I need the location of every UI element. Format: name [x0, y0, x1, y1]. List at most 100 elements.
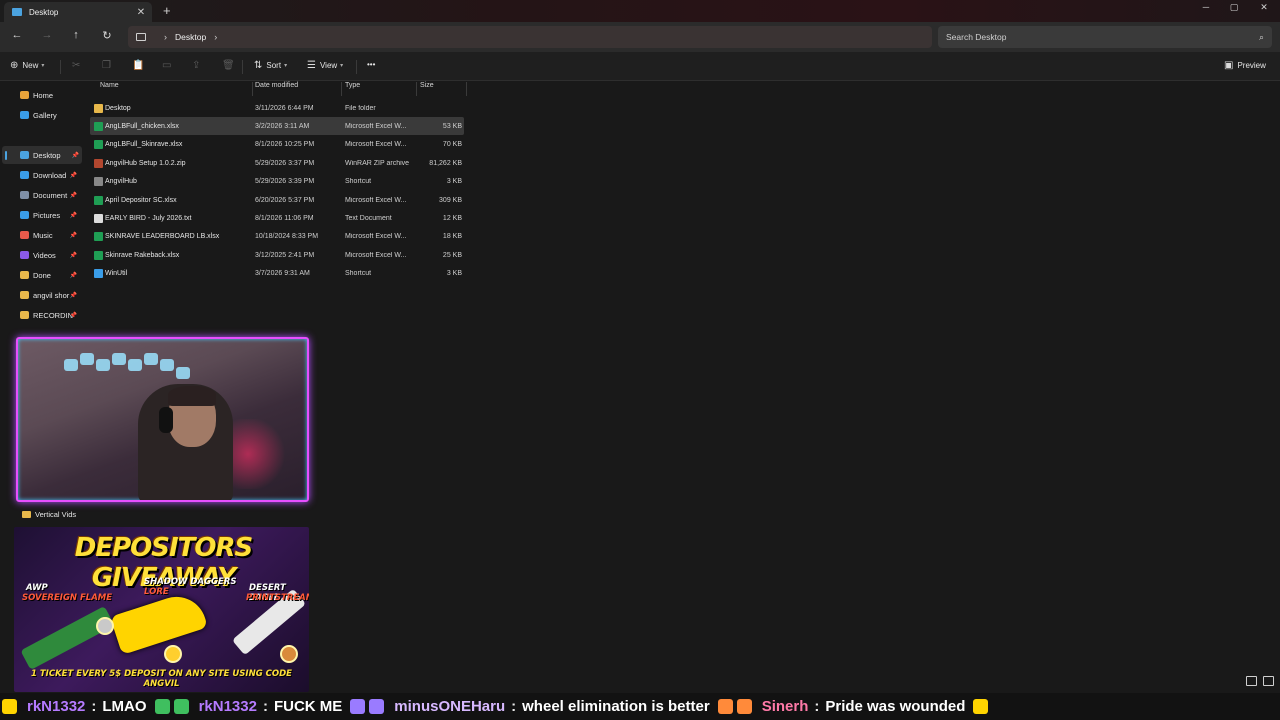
column-header-type[interactable]: Type [345, 82, 360, 96]
tab-close-icon[interactable]: ✕ [134, 7, 148, 18]
share-icon[interactable]: ⇪ [192, 60, 200, 71]
file-type: File folder [345, 104, 376, 112]
file-row[interactable]: WinUtil 3/7/2026 9:31 AM Shortcut 3 KB [90, 265, 464, 283]
up-button[interactable]: ↑ [68, 29, 84, 41]
tab-desktop[interactable]: Desktop ✕ [4, 2, 152, 22]
sidebar-item-angvil-shor[interactable]: angvil shor 📌 [10, 286, 80, 304]
file-date: 3/12/2025 2:41 PM [255, 251, 315, 259]
sidebar-item-gallery[interactable]: Gallery [10, 106, 80, 124]
column-divider[interactable] [466, 82, 467, 96]
new-tab-button[interactable]: + [163, 3, 171, 18]
column-header-size[interactable]: Size [420, 82, 434, 96]
sidebar-item-home[interactable]: Home [10, 86, 80, 104]
file-size: 25 KB [442, 251, 462, 259]
sort-button[interactable]: ⇅ Sort ▾ [254, 60, 287, 71]
sidebar-item-recordin[interactable]: RECORDIN 📌 [10, 306, 80, 324]
file-row[interactable]: Desktop 3/11/2026 6:44 PM File folder [90, 99, 464, 117]
view-button[interactable]: ☰ View ▾ [307, 60, 343, 71]
hex-light [160, 359, 174, 371]
file-size: 81,262 KB [429, 159, 462, 167]
details-view-icon[interactable] [1246, 676, 1257, 686]
file-icon [94, 269, 103, 279]
search-input[interactable]: Search Desktop ⌕ [938, 26, 1272, 48]
file-size: 53 KB [442, 122, 462, 130]
file-name: AngvilHub [105, 178, 137, 186]
column-divider[interactable] [252, 82, 253, 96]
delete-icon[interactable]: 🗑 [222, 60, 235, 71]
file-icon [94, 177, 103, 187]
chevron-right-icon[interactable]: › [214, 32, 217, 42]
sidebar-item-label: Document [33, 190, 68, 200]
breadcrumb-desktop[interactable]: Desktop [175, 32, 206, 42]
chat-badge-icon [2, 699, 17, 714]
sidebar-item-download[interactable]: Download 📌 [10, 166, 80, 184]
column-header-date[interactable]: Date modified [255, 82, 298, 96]
file-type: Microsoft Excel W... [345, 122, 407, 130]
forward-button[interactable]: → [39, 29, 55, 41]
silver-medal-icon [96, 617, 114, 635]
file-size: 18 KB [442, 233, 462, 241]
sidebar-item-document[interactable]: Document 📌 [10, 186, 80, 204]
file-icon [94, 121, 103, 131]
folder-icon [20, 291, 29, 299]
new-button[interactable]: ⊕ New ▾ [10, 60, 44, 71]
copy-icon[interactable]: ❐ [102, 60, 111, 71]
pin-icon: 📌 [71, 152, 79, 159]
file-row[interactable]: SKINRAVE LEADERBOARD LB.xlsx 10/18/2024 8… [90, 228, 464, 246]
rename-icon[interactable]: ▭ [162, 60, 171, 71]
pin-icon: 📌 [69, 232, 77, 239]
folder-icon [22, 511, 31, 518]
chat-badge-icon [369, 699, 385, 714]
deagle-skin-label: PRINTSTREAM [246, 593, 309, 603]
sidebar-item-pictures[interactable]: Pictures 📌 [10, 206, 80, 224]
tiles-view-icon[interactable] [1263, 676, 1274, 686]
sidebar-item-label: Home [33, 90, 54, 100]
file-icon [94, 140, 103, 150]
paste-icon[interactable]: 📋 [132, 60, 144, 71]
sidebar-item-music[interactable]: Music 📌 [10, 226, 80, 244]
preview-button[interactable]: ▣ Preview [1224, 60, 1266, 71]
chat-separator: : [511, 698, 517, 715]
back-button[interactable]: ← [9, 29, 25, 41]
new-label: New [22, 61, 39, 70]
awp-rifle-image [20, 605, 115, 671]
chevron-down-icon: ▾ [284, 63, 288, 69]
minimize-button[interactable]: ─ [1192, 2, 1220, 12]
close-window-button[interactable]: ✕ [1250, 2, 1278, 13]
refresh-button[interactable]: ↻ [99, 29, 115, 42]
column-divider[interactable] [341, 82, 342, 96]
file-row[interactable]: AngvilHub 5/29/2026 3:39 PM Shortcut 3 KB [90, 173, 464, 191]
file-icon [94, 232, 103, 242]
sidebar-item-done[interactable]: Done 📌 [10, 266, 80, 284]
sidebar-item-label: Gallery [33, 110, 57, 120]
chat-badge-icon [736, 699, 752, 714]
more-options-button[interactable]: ••• [367, 60, 375, 69]
column-divider[interactable] [416, 82, 417, 96]
cut-icon[interactable]: ✂ [72, 60, 80, 71]
sidebar-item-desktop[interactable]: Desktop 📌 [2, 146, 82, 164]
address-bar[interactable]: › Desktop › [128, 26, 932, 48]
hex-light [64, 359, 78, 371]
file-date: 8/1/2026 11:06 PM [255, 214, 314, 222]
chat-emote-icon [973, 699, 989, 714]
file-row[interactable]: April Depositor SC.xlsx 6/20/2026 5:37 PM… [90, 191, 464, 209]
sort-icon: ⇅ [254, 60, 263, 71]
file-row[interactable]: EARLY BIRD - July 2026.txt 8/1/2026 11:06… [90, 209, 464, 227]
chat-message: LMAO [102, 698, 147, 715]
folder-icon [20, 91, 29, 99]
column-header-name[interactable]: Name [100, 82, 119, 96]
file-row[interactable]: AngLBFull_Skinrave.xlsx 8/1/2026 10:25 PM… [90, 136, 464, 154]
maximize-button[interactable]: ▢ [1220, 2, 1248, 13]
file-date: 5/29/2026 3:39 PM [255, 178, 315, 186]
chat-separator: : [262, 698, 268, 715]
folder-icon [20, 151, 29, 159]
file-icon [94, 250, 103, 260]
sidebar-item-vertical-vids[interactable]: Vertical Vids [22, 510, 76, 519]
file-name: Desktop [105, 104, 131, 112]
sidebar-item-videos[interactable]: Videos 📌 [10, 246, 80, 264]
chat-emote-icon [350, 699, 366, 714]
file-row[interactable]: Skinrave Rakeback.xlsx 3/12/2025 2:41 PM M… [90, 246, 464, 264]
file-name: April Depositor SC.xlsx [105, 196, 177, 204]
file-row[interactable]: AngvilHub Setup 1.0.2.zip 5/29/2026 3:37 … [90, 154, 464, 172]
file-row[interactable]: AngLBFull_chicken.xlsx 3/2/2026 3:11 AM Mi… [90, 117, 464, 136]
